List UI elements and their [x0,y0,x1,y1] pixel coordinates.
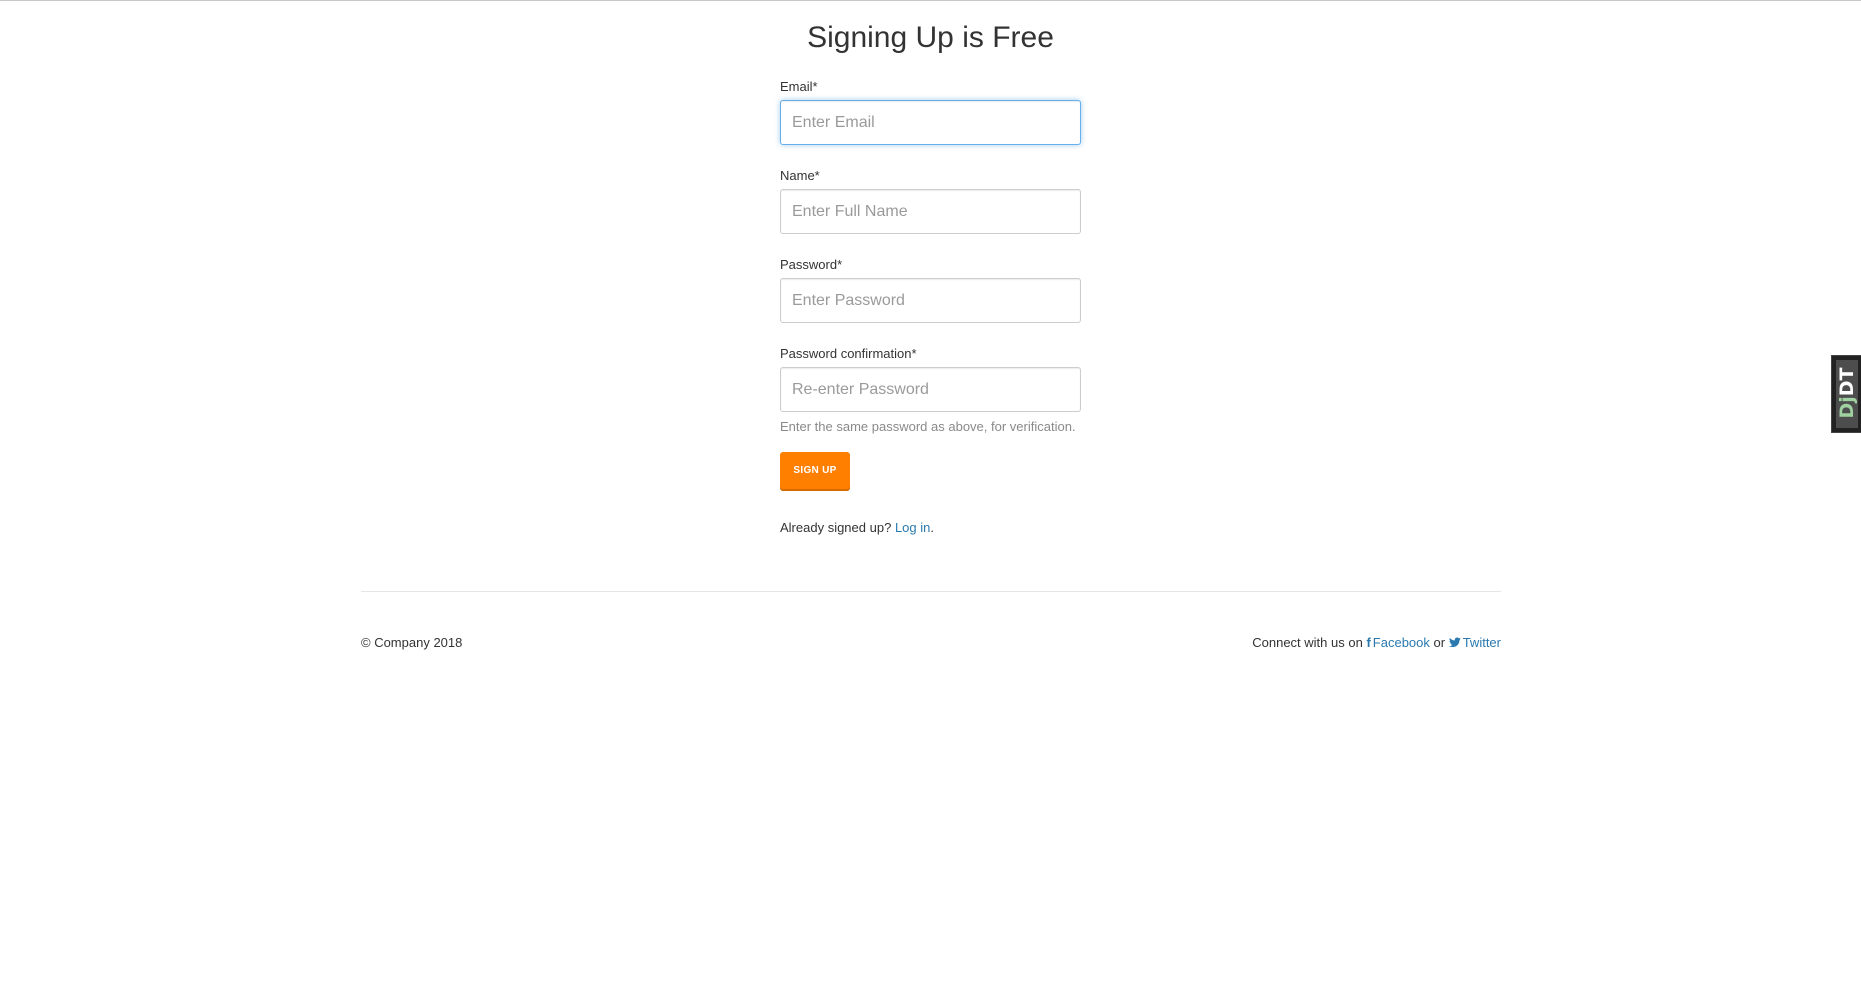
signup-page: Signing Up is Free Email* Name* Password… [0,0,1861,991]
login-prompt-text: Already signed up? [780,520,892,535]
email-field[interactable] [780,100,1081,145]
email-group: Email* [780,78,1081,145]
password-field[interactable] [780,278,1081,323]
connect-text: Connect with us on [1252,635,1363,650]
debug-toolbar-logo-dt: DT [1836,367,1858,397]
twitter-label: Twitter [1462,635,1501,650]
debug-toolbar-handle[interactable]: DjDT [1831,355,1861,433]
name-group: Name* [780,167,1081,234]
twitter-icon [1448,637,1461,648]
password-label: Password* [780,257,843,272]
facebook-icon: f [1366,635,1371,650]
footer-divider [361,591,1501,592]
or-text: or [1433,635,1446,650]
debug-toolbar-handle-inner: DjDT [1836,360,1858,428]
facebook-label: Facebook [1372,635,1430,650]
sign-up-button[interactable]: SIGN UP [780,452,850,489]
name-label: Name* [780,168,820,183]
signup-form: Email* Name* Password* Password confirma… [780,78,1081,537]
password-confirmation-group: Password confirmation* Enter the same pa… [780,345,1081,436]
page-title: Signing Up is Free [807,21,1054,54]
password-confirmation-label: Password confirmation* [780,346,917,361]
email-label: Email* [780,79,818,94]
name-field[interactable] [780,189,1081,234]
debug-toolbar-logo-dj: Dj [1836,396,1858,419]
password-group: Password* [780,256,1081,323]
footer-social: Connect with us on f Facebook or Twitter [1252,634,1501,652]
login-prompt-suffix: . [930,520,934,535]
password-help-text: Enter the same password as above, for ve… [780,419,1076,434]
log-in-link[interactable]: Log in [895,520,930,535]
login-prompt: Already signed up? Log in. [780,519,1081,537]
password-confirmation-field[interactable] [780,367,1081,412]
facebook-link[interactable]: f Facebook [1366,635,1433,650]
twitter-link[interactable]: Twitter [1448,635,1501,650]
debug-toolbar-logo: DjDT [1836,362,1858,424]
footer-copyright: © Company 2018 [361,635,463,650]
